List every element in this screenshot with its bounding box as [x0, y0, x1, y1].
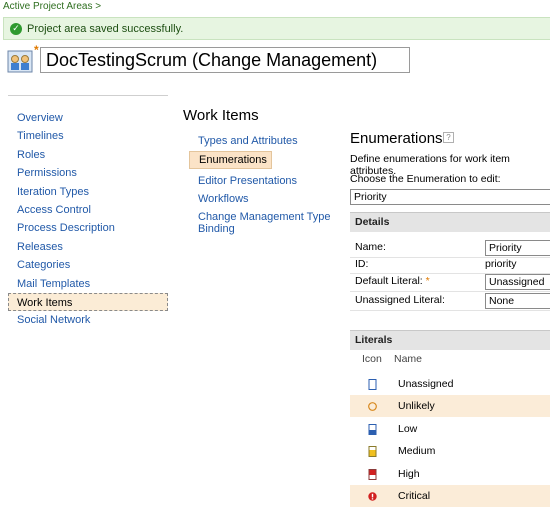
breadcrumb[interactable]: Active Project Areas > [3, 1, 101, 12]
nav-item-categories[interactable]: Categories [8, 256, 168, 274]
enumerations-title: Enumerations [350, 130, 443, 147]
id-label: ID: [355, 258, 369, 270]
medium-bar-icon [368, 446, 377, 457]
circle-outline-icon [368, 402, 377, 411]
critical-alert-icon [368, 492, 377, 501]
literal-name: Low [398, 423, 418, 435]
empty-bar-icon [368, 379, 377, 390]
default-literal-row: Default Literal: * Unassigned [355, 274, 550, 290]
literals-header: Literals [350, 330, 550, 350]
subnav-types-and-attributes[interactable]: Types and Attributes [189, 133, 339, 151]
literals-column-header: Icon Name [350, 353, 550, 369]
nav-item-overview[interactable]: Overview [8, 109, 168, 127]
name-row: Name: Priority [355, 240, 550, 256]
section-title: Work Items [183, 107, 259, 124]
nav-item-mail-templates[interactable]: Mail Templates [8, 275, 168, 293]
work-items-subnav: Types and Attributes Enumerations Editor… [189, 133, 339, 239]
help-icon[interactable]: ? [443, 132, 454, 143]
icon-column-header: Icon [362, 353, 382, 365]
name-label: Name: [355, 241, 386, 253]
nav-item-process-description[interactable]: Process Description [8, 219, 168, 237]
nav-item-access-control[interactable]: Access Control [8, 201, 168, 219]
literal-name: Unassigned [398, 378, 454, 390]
nav-item-timelines[interactable]: Timelines [8, 127, 168, 145]
project-name-input[interactable]: DocTestingScrum (Change Management) [40, 47, 410, 73]
nav-item-permissions[interactable]: Permissions [8, 164, 168, 182]
default-literal-label-text: Default Literal: [355, 275, 423, 287]
divider [350, 310, 550, 311]
success-banner: ✓ Project area saved successfully. [3, 17, 550, 40]
project-area-icon [7, 50, 33, 73]
subnav-change-management-type-binding[interactable]: Change Management Type Binding [189, 209, 339, 239]
unassigned-literal-select[interactable]: None [485, 293, 550, 309]
name-column-header: Name [394, 353, 423, 365]
literal-name: Medium [398, 445, 436, 457]
divider [350, 291, 550, 292]
literal-name: Unlikely [398, 400, 435, 412]
literal-row[interactable]: Medium [350, 440, 550, 462]
unassigned-literal-label: Unassigned Literal: [355, 294, 445, 306]
unsaved-marker: * [34, 43, 39, 57]
literal-name: High [398, 468, 420, 480]
nav-item-releases[interactable]: Releases [8, 238, 168, 256]
literal-row[interactable]: Low [350, 418, 550, 440]
nav-item-social-network[interactable]: Social Network [8, 311, 168, 329]
literal-row[interactable]: High [350, 463, 550, 485]
subnav-enumerations[interactable]: Enumerations [189, 151, 272, 169]
nav-item-roles[interactable]: Roles [8, 146, 168, 164]
subnav-editor-presentations[interactable]: Editor Presentations [189, 173, 339, 191]
literal-name: Critical [398, 490, 431, 502]
checkmark-icon: ✓ [10, 22, 22, 35]
nav-item-work-items[interactable]: Work Items [8, 292, 168, 312]
low-bar-icon [368, 424, 377, 435]
literal-row[interactable]: Critical [350, 485, 550, 507]
choose-enumeration-label: Choose the Enumeration to edit: [350, 173, 501, 185]
details-header: Details [350, 212, 550, 232]
high-bar-icon [368, 469, 377, 480]
subnav-workflows[interactable]: Workflows [189, 191, 339, 209]
nav-item-iteration-types[interactable]: Iteration Types [8, 183, 168, 201]
id-row: ID: priority [355, 257, 550, 273]
left-nav: Overview Timelines Roles Permissions Ite… [8, 95, 168, 330]
default-literal-select[interactable]: Unassigned [485, 274, 550, 290]
name-input[interactable]: Priority [485, 240, 550, 256]
literal-row[interactable]: Unassigned [350, 373, 550, 395]
banner-message: Project area saved successfully. [27, 22, 184, 35]
default-literal-label: Default Literal: * [355, 274, 430, 289]
unassigned-literal-row: Unassigned Literal: None [355, 293, 550, 309]
enumeration-select[interactable]: Priority [350, 189, 550, 205]
required-marker: * [425, 275, 430, 287]
id-value: priority [485, 258, 517, 270]
literal-row[interactable]: Unlikely [350, 395, 550, 417]
